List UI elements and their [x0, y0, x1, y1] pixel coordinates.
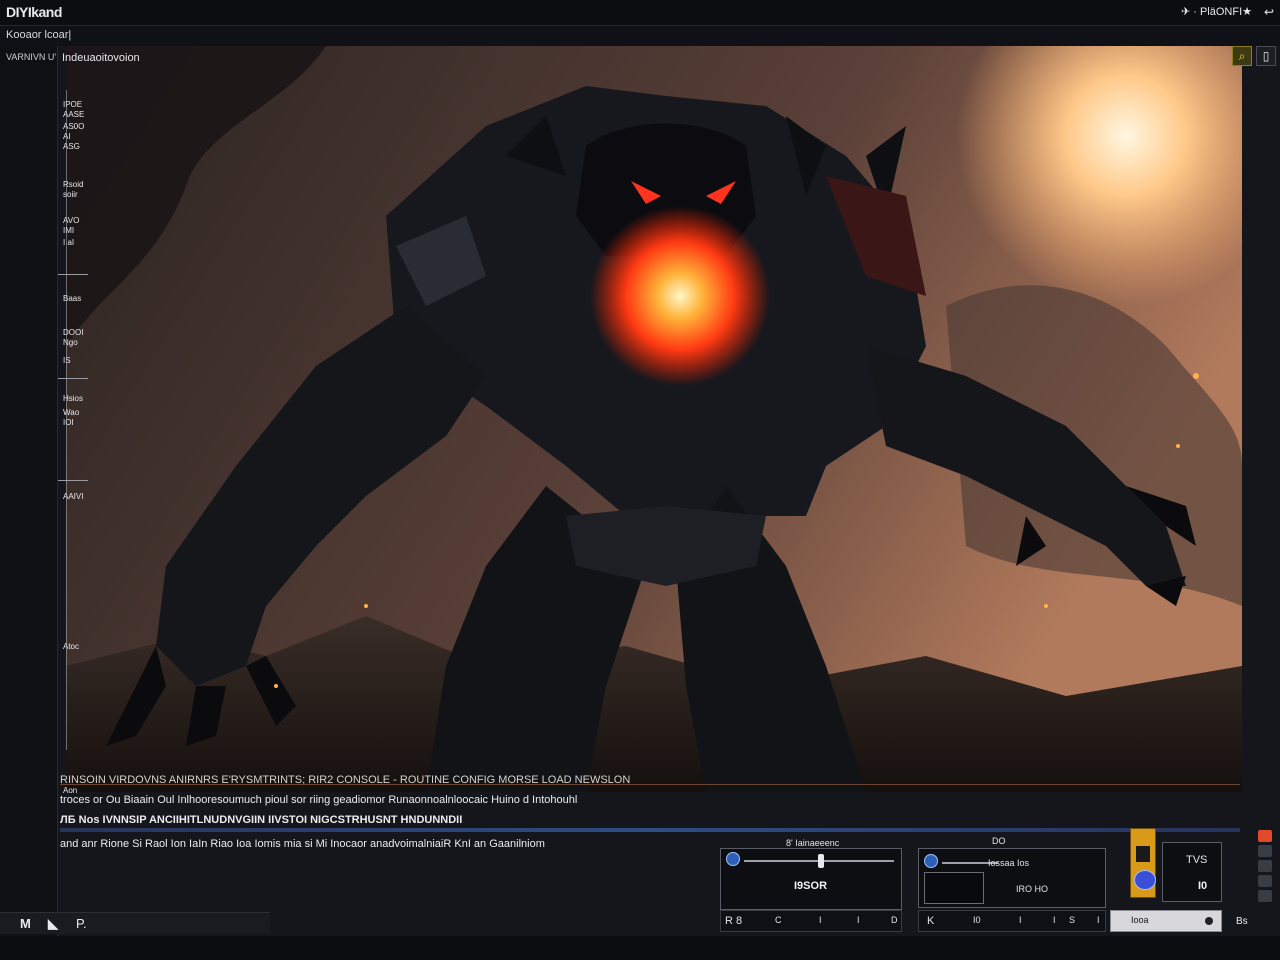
- log-line: and anr Rione Si Raol Ion IaIn Riao Ioa …: [60, 838, 545, 850]
- hud-slider-knob[interactable]: [818, 854, 824, 868]
- top-right-icons[interactable]: ✈ · PläONFI★: [1181, 5, 1252, 18]
- hud-panel-a-frame: [720, 848, 902, 910]
- app-logo: DIYIkand: [6, 4, 62, 20]
- log-divider: [60, 784, 1240, 785]
- rail-title: VARNIVN U': [6, 52, 57, 62]
- hud-panel-c-label: TVS: [1186, 854, 1208, 866]
- hud-panel-a-value: I9SOR: [794, 880, 828, 892]
- right-status-strip: [1258, 828, 1280, 912]
- status-chip[interactable]: [1258, 875, 1272, 887]
- status-chip[interactable]: [1258, 845, 1272, 857]
- panel-divider: [58, 378, 88, 379]
- hud-panel-b-top: DO: [992, 836, 1006, 846]
- breadcrumb[interactable]: Kooaor lcoar|: [6, 29, 71, 41]
- left-rail: VARNIVN U': [0, 46, 58, 936]
- panel-vertical-rule: [66, 90, 67, 750]
- character-avatar-icon[interactable]: [1134, 870, 1156, 890]
- hud-right-tiny: Bs: [1236, 916, 1248, 927]
- hud-panel-c-frame: [1162, 842, 1222, 902]
- game-viewport[interactable]: [66, 46, 1242, 792]
- bottom-toolbar: M ◣ P.: [0, 912, 270, 934]
- viewport-title: Indeuaoitovoion: [62, 52, 140, 64]
- right-toolbar: ⌕ ▯: [1228, 46, 1280, 70]
- status-chip[interactable]: [1258, 830, 1272, 842]
- p-button[interactable]: P.: [76, 916, 87, 931]
- status-chip[interactable]: [1258, 860, 1272, 872]
- hud-status-icon[interactable]: [726, 852, 740, 866]
- hud-panel-a-footer: R 8 C I I D: [720, 910, 902, 932]
- hud-panel-b: DO Iossaa Ios IRO HO K I0 I I S I: [918, 828, 1106, 936]
- hud-link-icon[interactable]: [924, 854, 938, 868]
- panel-item[interactable]: I aI: [63, 238, 74, 248]
- triangle-button[interactable]: ◣: [48, 916, 58, 932]
- portrait-slot: [1136, 846, 1150, 862]
- hud-panel-c-value: I0: [1198, 880, 1208, 892]
- hud-panel-a-title: 8' Iainaeeenc: [786, 838, 840, 848]
- title-bar: DIYIkand ✈ · PläONFI★ ↩: [0, 0, 1280, 26]
- hud-badge-bar[interactable]: Iooa: [1110, 910, 1222, 932]
- corner-return-icon[interactable]: ↩: [1264, 5, 1274, 19]
- hud-panel-c: TVS I0 Iooa: [1110, 828, 1232, 936]
- hud-panel-b-value: IRO HO: [1016, 884, 1049, 894]
- status-chip[interactable]: [1258, 890, 1272, 902]
- breadcrumb-bar: Kooaor lcoar|: [0, 26, 1280, 46]
- hud-panel-b-label: Iossaa Ios: [988, 858, 1030, 868]
- panel-divider: [58, 480, 88, 481]
- footer-bar: [0, 936, 1280, 960]
- mech-scene-image: [66, 46, 1242, 792]
- log-line: ЛБ Nos IVNNSIP ANCIIHITLNUDNVGIIN IIVSTO…: [60, 814, 463, 826]
- mode-m-button[interactable]: M: [20, 916, 31, 931]
- phone-tool-button[interactable]: ▯: [1256, 46, 1276, 66]
- hud-panel-b-footer: K I0 I I S I: [918, 910, 1106, 932]
- log-line: troces or Ou Biaain Oul Inlhooresoumuch …: [60, 794, 578, 806]
- hud-badge-dot: [1205, 917, 1213, 925]
- hud-preview-box[interactable]: [924, 872, 984, 904]
- panel-divider: [58, 274, 88, 275]
- search-tool-button[interactable]: ⌕: [1232, 46, 1252, 66]
- hud-panel-a: 8' Iainaeeenc I9SOR R 8 C I I D: [720, 828, 902, 936]
